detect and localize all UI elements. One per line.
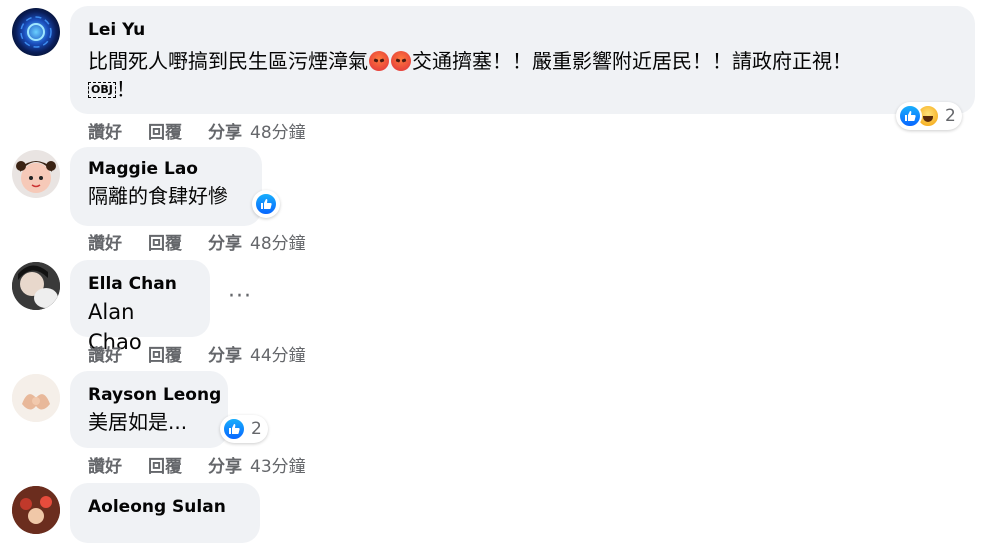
like-button[interactable]: 讚好 [88, 118, 122, 143]
comment-text-part2: 交通擠塞！！嚴重影響附近居民！！請政府正視！ [412, 49, 852, 73]
like-icon [898, 104, 922, 128]
commenter-name[interactable]: Maggie Lao [88, 158, 244, 180]
timestamp[interactable]: 48分鐘 [250, 118, 306, 143]
avatar-photo-icon [12, 486, 60, 534]
share-button[interactable]: 分享 [208, 229, 242, 254]
comment-actions: 讚好 回覆 分享 43分鐘 [88, 452, 306, 477]
reaction-count: 2 [251, 419, 262, 439]
comment-bubble: Aoleong Sulan [70, 483, 260, 543]
comment-text-part1: 比間死人嘢搞到民生區污煙漳氣 [88, 49, 368, 73]
reply-button[interactable]: 回覆 [148, 341, 182, 366]
avatar-swirl-icon [20, 16, 52, 48]
commenter-name[interactable]: Lei Yu [88, 19, 957, 41]
comment-text: 比間死人嘢搞到民生區污煙漳氣 交通擠塞！！嚴重影響附近居民！！請政府正視！ OBJ！ [88, 47, 957, 103]
share-button[interactable]: 分享 [208, 452, 242, 477]
reply-button[interactable]: 回覆 [148, 452, 182, 477]
angry-face-icon [369, 51, 389, 71]
reaction-count: 2 [945, 106, 956, 126]
share-button[interactable]: 分享 [208, 341, 242, 366]
like-icon [254, 192, 278, 216]
reaction-summary[interactable]: 2 [896, 102, 962, 130]
comment-bubble: Ella Chan Alan Chao [70, 260, 210, 354]
comment-text-end: ！ [115, 77, 136, 101]
reaction-summary[interactable]: 2 [220, 415, 268, 443]
timestamp[interactable]: 43分鐘 [250, 452, 306, 477]
comment-actions: 讚好 回覆 分享 44分鐘 [88, 341, 306, 366]
avatar[interactable] [12, 8, 60, 56]
commenter-name[interactable]: Aoleong Sulan [88, 496, 242, 518]
avatar[interactable] [12, 486, 60, 534]
comment-text: 隔離的食肆好慘 [88, 184, 228, 208]
avatar-cartoon-girl-icon [16, 161, 56, 193]
comment-actions: 讚好 回覆 分享 48分鐘 [88, 118, 306, 143]
like-icon [222, 417, 246, 441]
reaction-summary[interactable] [252, 190, 280, 218]
like-button[interactable]: 讚好 [88, 229, 122, 254]
commenter-name[interactable]: Ella Chan [88, 273, 192, 295]
share-button[interactable]: 分享 [208, 118, 242, 143]
comment-bubble: Maggie Lao 隔離的食肆好慘 [70, 147, 262, 226]
timestamp[interactable]: 48分鐘 [250, 229, 306, 254]
avatar-photo-icon [12, 262, 60, 310]
comment-bubble: Lei Yu 比間死人嘢搞到民生區污煙漳氣 交通擠塞！！嚴重影響附近居民！！請政府… [70, 6, 975, 114]
obj-placeholder: OBJ [88, 82, 116, 98]
like-button[interactable]: 讚好 [88, 452, 122, 477]
comment-actions: 讚好 回覆 分享 48分鐘 [88, 229, 306, 254]
avatar[interactable] [12, 150, 60, 198]
commenter-name[interactable]: Rayson Leong [88, 384, 221, 406]
timestamp[interactable]: 44分鐘 [250, 341, 306, 366]
like-button[interactable]: 讚好 [88, 341, 122, 366]
reply-button[interactable]: 回覆 [148, 118, 182, 143]
avatar-hands-icon [12, 374, 60, 422]
angry-face-icon [391, 51, 411, 71]
reply-button[interactable]: 回覆 [148, 229, 182, 254]
comment-text: 美居如是... [88, 410, 188, 434]
avatar[interactable] [12, 262, 60, 310]
comment-bubble: Rayson Leong 美居如是... [70, 371, 228, 448]
avatar[interactable] [12, 374, 60, 422]
more-options-button[interactable]: ··· [228, 284, 252, 309]
